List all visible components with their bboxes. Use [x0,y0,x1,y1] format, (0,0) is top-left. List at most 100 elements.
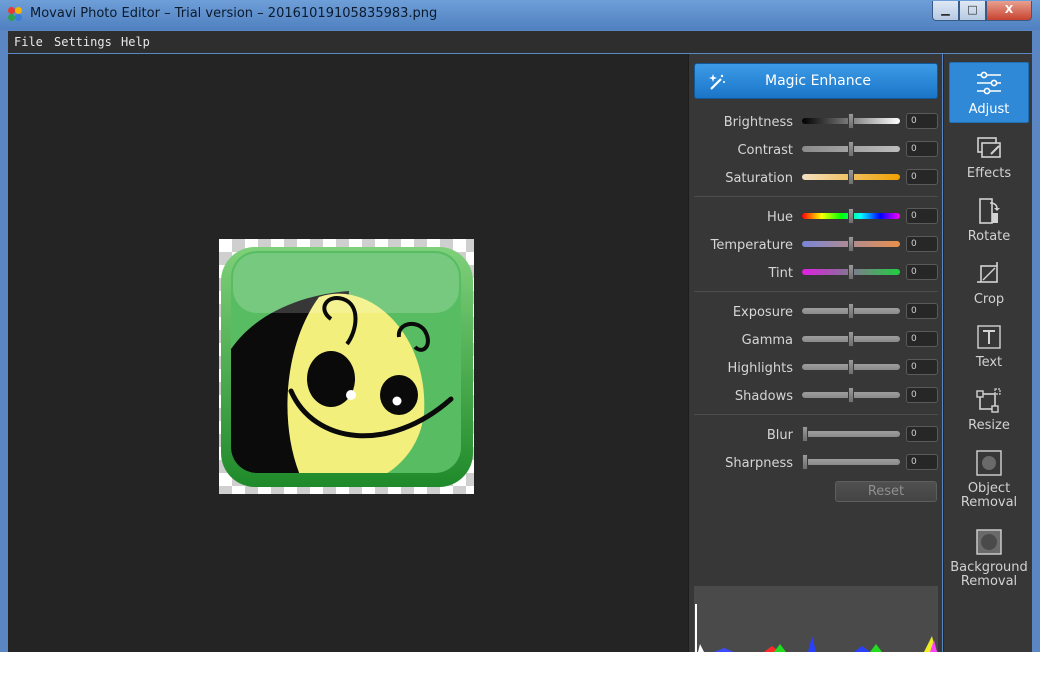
slider-thumb[interactable] [848,359,854,375]
blur-label: Blur [766,428,793,443]
tool-crop-label: Crop [973,292,1005,307]
magic-wand-icon [709,74,725,90]
tool-adjust-label: Adjust [968,102,1010,117]
rotate-icon [979,198,1000,224]
highlights-value[interactable]: 0 [906,359,938,375]
app-icon-illustration [221,247,473,487]
shadows-slider[interactable] [802,387,900,403]
brightness-row: Brightness 0 [689,113,943,133]
divider [694,196,938,197]
temperature-value[interactable]: 0 [906,236,938,252]
tool-text-label: Text [975,355,1003,370]
slider-thumb[interactable] [848,303,854,319]
shadows-value[interactable]: 0 [906,387,938,403]
contrast-row: Contrast 0 [689,141,943,161]
sharpness-row: Sharpness 0 [689,454,943,474]
brightness-label: Brightness [723,115,793,130]
magic-enhance-button[interactable]: Magic Enhance [694,63,938,99]
brightness-value[interactable]: 0 [906,113,938,129]
tint-row: Tint 0 [689,264,943,284]
hue-slider[interactable] [802,208,900,224]
contrast-value[interactable]: 0 [906,141,938,157]
title-bar[interactable]: Movavi Photo Editor – Trial version – 20… [0,0,1040,30]
tool-rotate-label: Rotate [967,229,1011,244]
reset-button[interactable]: Reset [835,481,937,502]
effects-icon [977,137,1001,158]
sharpness-slider[interactable] [802,454,900,470]
menu-bar: File Settings Help [8,31,1032,53]
hue-label: Hue [766,210,793,225]
tool-adjust[interactable]: Adjust [949,62,1029,123]
blur-row: Blur 0 [689,426,943,446]
resize-icon [976,388,1001,413]
sharpness-value[interactable]: 0 [906,454,938,470]
slider-thumb[interactable] [848,208,854,224]
slider-thumb[interactable] [848,331,854,347]
saturation-slider[interactable] [802,169,900,185]
slider-thumb[interactable] [848,113,854,129]
shadows-row: Shadows 0 [689,387,943,407]
histogram-graph [695,604,937,652]
tool-crop[interactable]: Crop [949,260,1029,307]
menu-file[interactable]: File [14,35,43,49]
exposure-slider[interactable] [802,303,900,319]
tool-effects[interactable]: Effects [949,134,1029,181]
tool-effects-label: Effects [966,166,1012,181]
saturation-value[interactable]: 0 [906,169,938,185]
tool-resize[interactable]: Resize [949,386,1029,433]
hue-value[interactable]: 0 [906,208,938,224]
object-removal-icon [976,450,1002,476]
window-controls: ▁ □ X [932,1,1032,21]
brightness-slider[interactable] [802,113,900,129]
gamma-slider[interactable] [802,331,900,347]
adjust-icon [977,71,1001,95]
histogram [694,586,938,652]
saturation-row: Saturation 0 [689,169,943,189]
divider [694,291,938,292]
slider-thumb[interactable] [802,426,808,442]
slider-thumb[interactable] [848,169,854,185]
menu-settings[interactable]: Settings [54,35,112,49]
gamma-row: Gamma 0 [689,331,943,351]
magic-enhance-label: Magic Enhance [765,73,871,89]
tint-value[interactable]: 0 [906,264,938,280]
saturation-label: Saturation [725,171,793,186]
app-logo-icon [8,7,23,22]
gamma-label: Gamma [741,333,793,348]
slider-thumb[interactable] [848,141,854,157]
exposure-value[interactable]: 0 [906,303,938,319]
tint-slider[interactable] [802,264,900,280]
tool-object-removal[interactable]: Object Removal [949,449,1029,510]
temperature-slider[interactable] [802,236,900,252]
blur-value[interactable]: 0 [906,426,938,442]
close-button[interactable]: X [986,1,1032,21]
slider-thumb[interactable] [848,387,854,403]
slider-thumb[interactable] [848,236,854,252]
edited-image[interactable] [219,239,474,494]
minimize-button[interactable]: ▁ [932,1,959,21]
maximize-button[interactable]: □ [959,1,986,21]
tool-object-removal-label: Object Removal [960,481,1018,510]
tool-rotate[interactable]: Rotate [949,197,1029,244]
temperature-label: Temperature [710,238,793,253]
temperature-row: Temperature 0 [689,236,943,256]
exposure-label: Exposure [732,305,793,320]
menu-help[interactable]: Help [121,35,150,49]
highlights-slider[interactable] [802,359,900,375]
slider-thumb[interactable] [848,264,854,280]
divider [694,414,938,415]
adjust-panel: Magic Enhance Brightness 0 Contrast 0 Sa… [688,54,942,652]
contrast-slider[interactable] [802,141,900,157]
tool-sidebar: Adjust Effects Rotate Crop Text Resize O… [943,54,1032,652]
tool-resize-label: Resize [968,418,1010,433]
tool-background-removal[interactable]: Background Removal [949,528,1029,589]
slider-thumb[interactable] [802,454,808,470]
gamma-value[interactable]: 0 [906,331,938,347]
image-canvas[interactable] [8,54,688,652]
tool-text[interactable]: Text [949,323,1029,370]
contrast-label: Contrast [737,143,793,158]
background-removal-icon [976,529,1002,555]
exposure-row: Exposure 0 [689,303,943,323]
blur-slider[interactable] [802,426,900,442]
text-icon [977,325,1001,349]
